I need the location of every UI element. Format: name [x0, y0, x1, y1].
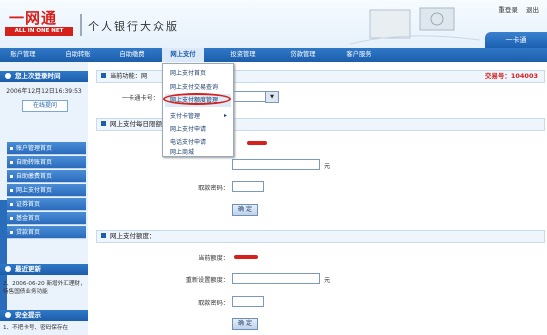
- top-links: 重登录 退出: [492, 4, 539, 14]
- title-divider: [80, 14, 82, 36]
- sidebar-item-fund[interactable]: 基金首页: [7, 212, 86, 225]
- sidebar-item-transfer[interactable]: 自助转账首页: [7, 156, 86, 169]
- menu-item-pay-home[interactable]: 网上支付首页: [165, 67, 231, 80]
- safety-header: 安全提示: [0, 310, 88, 321]
- confirm-button[interactable]: 确 定: [232, 204, 258, 216]
- password-input[interactable]: [232, 296, 264, 307]
- password-label: 取款密码：: [198, 300, 229, 307]
- chevron-down-icon[interactable]: ▼: [265, 91, 279, 103]
- nav-loan[interactable]: 贷款管理: [282, 48, 324, 62]
- limit-amount-input[interactable]: [232, 159, 320, 170]
- menu-item-phone-pay[interactable]: 电话支付申请: [165, 136, 231, 149]
- nav-invest[interactable]: 投资管理: [222, 48, 264, 62]
- menu-item-mall[interactable]: 网上商城: [165, 149, 231, 156]
- current-limit-label: 当前额度：: [198, 255, 229, 262]
- nav-online-pay[interactable]: 网上支付: [162, 48, 204, 62]
- sidebar-item-online-pay[interactable]: 网上支付首页: [7, 184, 86, 197]
- online-question-button[interactable]: 在线提问: [22, 100, 68, 112]
- clock-icon: [5, 73, 11, 79]
- site-title: 个人银行大众版: [88, 20, 179, 33]
- sidebar-item-loan[interactable]: 贷款首页: [7, 226, 86, 239]
- nav-service[interactable]: 客户服务: [338, 48, 380, 62]
- limit-section: 网上支付额度：: [96, 230, 545, 243]
- confirm-button[interactable]: 确 定: [232, 318, 258, 330]
- nav-account[interactable]: 账户管理: [4, 48, 42, 62]
- card-tab[interactable]: 一卡通: [485, 32, 547, 48]
- redacted-value: [247, 141, 267, 145]
- shield-icon: [5, 312, 11, 318]
- card-number-label: 一卡通卡号：: [121, 95, 159, 102]
- yuan-unit: 元: [324, 163, 331, 170]
- main-content: 当前功能：网 交易号：104003 一卡通卡号： ▼ 网上支付每日限额 元 取款…: [91, 62, 547, 335]
- safety-text: 1、不把卡号、密码保存在: [3, 325, 69, 331]
- trade-code: 交易号：104003: [484, 72, 538, 80]
- nav-payment[interactable]: 自助缴费: [112, 48, 152, 62]
- logout-link[interactable]: 退出: [526, 6, 539, 14]
- sidebar-item-securities[interactable]: 证券首页: [7, 198, 86, 211]
- sidebar-strip: [0, 200, 7, 320]
- highlight-circle: [163, 93, 231, 105]
- last-login-header: 您上次登录时间: [0, 71, 88, 82]
- header-decoration-icon: [349, 7, 480, 45]
- sidebar: 您上次登录时间 2006年12月12日16:39:53 在线提问 账户管理首页 …: [0, 62, 88, 335]
- reset-limit-label: 重新设置额度：: [185, 277, 229, 284]
- reset-limit-input[interactable]: [232, 273, 320, 284]
- bullet-icon: [101, 73, 106, 78]
- header: 一网通 ALL IN ONE NET 个人银行大众版 重登录 退出 一卡通: [0, 0, 547, 48]
- logo-text: 一网通: [9, 9, 58, 27]
- bullet-icon: [101, 233, 106, 238]
- news-icon: [5, 266, 11, 272]
- menu-item-card-manage[interactable]: 支付卡管理: [165, 110, 231, 123]
- main-nav: 账户管理 自助转账 自助缴费 网上支付 投资管理 贷款管理 客户服务: [0, 48, 547, 62]
- password-label: 取款密码：: [198, 185, 229, 192]
- redacted-current-limit: [234, 255, 258, 259]
- online-pay-dropdown: 网上支付首页 网上支付交易查询 网上支付额度管理 支付卡管理 ▸ 网上支付申请 …: [162, 63, 234, 157]
- sidebar-item-account[interactable]: 账户管理首页: [7, 142, 86, 155]
- last-login-time: 2006年12月12日16:39:53: [6, 88, 82, 95]
- chevron-right-icon: ▸: [223, 112, 227, 119]
- news-text: 2、2006-06-20 新增外汇理财，待售国债业务功能: [3, 281, 86, 295]
- logo-english: ALL IN ONE NET: [5, 27, 73, 36]
- bullet-icon: [101, 121, 106, 126]
- password-input[interactable]: [232, 181, 264, 192]
- menu-item-pay-apply[interactable]: 网上支付申请: [165, 123, 231, 136]
- bank-logo: 一网通 ALL IN ONE NET: [5, 7, 73, 39]
- news-header: 最近更新: [0, 264, 88, 275]
- yuan-unit: 元: [324, 277, 331, 284]
- sidebar-item-payment[interactable]: 自助缴费首页: [7, 170, 86, 183]
- nav-transfer[interactable]: 自助转账: [58, 48, 98, 62]
- relogin-link[interactable]: 重登录: [498, 6, 518, 14]
